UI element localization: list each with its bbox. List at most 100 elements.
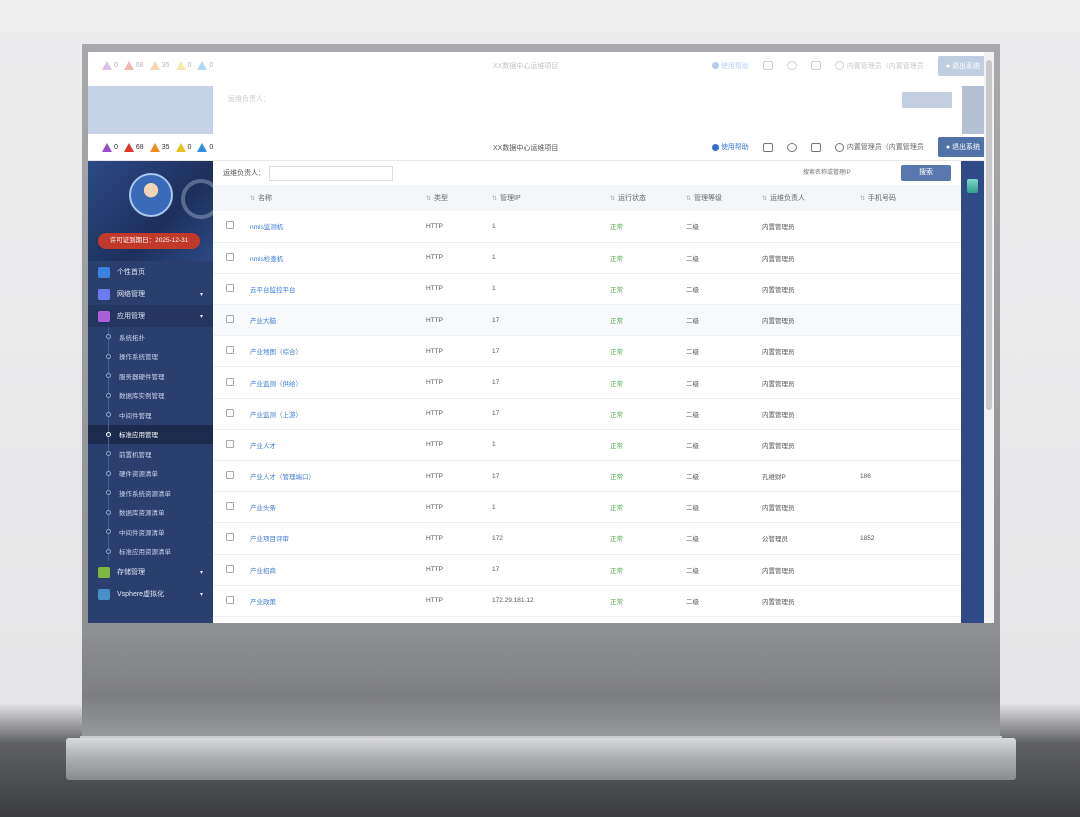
sort-icon[interactable]: ⇅ bbox=[686, 196, 691, 202]
row-checkbox[interactable] bbox=[226, 595, 234, 604]
search-input[interactable] bbox=[803, 165, 895, 181]
sort-icon[interactable]: ⇅ bbox=[492, 196, 497, 202]
app-name-link[interactable]: 产业人才（管理端口） bbox=[250, 461, 426, 492]
sidebar: 许可证到期日：2025-12-31 个性首页 网络管理 ▾ 应用管理 ▾ 系统拓扑 操作系… bbox=[88, 161, 213, 623]
app-name-link[interactable]: 产业人才 bbox=[250, 429, 426, 460]
row-checkbox[interactable] bbox=[226, 346, 234, 355]
app-name-link[interactable]: 产业大脑 bbox=[250, 305, 426, 336]
sidebar-sub-item[interactable]: 硬件资源清单 bbox=[88, 463, 213, 484]
table-row[interactable]: 云平台监控平台 HTTP 1 正常 二级 内置管理员 bbox=[213, 273, 961, 305]
table-row[interactable]: 产业大脑 HTTP 17 正常 二级 内置管理员 bbox=[213, 304, 961, 336]
alert-count[interactable]: 0 bbox=[102, 61, 118, 70]
sort-icon[interactable]: ⇅ bbox=[250, 196, 255, 202]
sidebar-group[interactable]: Vsphere虚拟化 ▾ bbox=[88, 583, 213, 605]
app-name-link[interactable]: 云平台监控平台 bbox=[250, 273, 426, 304]
alert-count[interactable]: 68 bbox=[123, 142, 144, 152]
sidebar-sub-item[interactable]: 系统拓扑 bbox=[88, 327, 213, 347]
table-row[interactable]: 产业项目评审 HTTP 172 正常 二级 公管理员 1852 bbox=[213, 523, 961, 555]
column-header[interactable]: ⇅ 手机号码 bbox=[860, 185, 961, 211]
column-header[interactable]: ⇅ 管理等级 bbox=[686, 185, 762, 211]
sidebar-sub-item[interactable]: 操作系统资源清单 bbox=[88, 483, 213, 503]
alert-summary: 0 68 35 0 0 bbox=[102, 142, 213, 152]
table-row[interactable]: nmis监测机 HTTP 1 正常 二级 内置管理员 bbox=[213, 211, 961, 243]
logout-button[interactable]: ● 退出系统 bbox=[937, 137, 988, 157]
row-checkbox[interactable] bbox=[226, 221, 234, 230]
app-name-link[interactable]: 产业政策 bbox=[250, 585, 426, 616]
column-header[interactable]: ⇅ 运维负责人 bbox=[762, 185, 860, 211]
table-row[interactable]: 产业地图（综合） HTTP 17 正常 二级 内置管理员 bbox=[213, 336, 961, 367]
app-name-link[interactable]: 产业招商 bbox=[250, 554, 426, 585]
table-row[interactable]: 产业监测（供给） HTTP 17 正常 二级 内置管理员 bbox=[213, 367, 961, 399]
alert-count[interactable]: 0 bbox=[175, 61, 191, 70]
owner-filter-input[interactable] bbox=[269, 165, 393, 181]
row-checkbox[interactable] bbox=[226, 283, 234, 292]
sidebar-group[interactable]: 应用管理 ▾ bbox=[88, 305, 213, 327]
sidebar-sub-item[interactable]: 服务器硬件管理 bbox=[88, 366, 213, 386]
app-name-link[interactable]: nmis监测机 bbox=[250, 211, 426, 242]
sidebar-sub-item[interactable]: 操作系统管理 bbox=[88, 346, 213, 367]
sidebar-sub-item[interactable]: 中间件管理 bbox=[88, 405, 213, 425]
column-header[interactable]: ⇅ 运行状态 bbox=[610, 185, 686, 211]
alert-count[interactable]: 0 bbox=[197, 61, 213, 70]
sidebar-sub-item[interactable]: 标准应用管理 bbox=[88, 424, 213, 444]
table-row[interactable]: 产业招商 HTTP 17 正常 二级 内置管理员 bbox=[213, 554, 961, 586]
sidebar-sub-item[interactable]: 数据库实例管理 bbox=[88, 385, 213, 406]
table-row[interactable]: nmis检查机 HTTP 1 正常 二级 内置管理员 bbox=[213, 242, 961, 274]
sidebar-sub-item[interactable]: 中间件资源清单 bbox=[88, 522, 213, 542]
row-checkbox[interactable] bbox=[226, 252, 234, 261]
table-cell: 1 bbox=[492, 503, 496, 511]
theme-icon[interactable] bbox=[967, 179, 978, 193]
row-checkbox[interactable] bbox=[226, 502, 234, 511]
sidebar-group[interactable]: 个性首页 bbox=[88, 261, 213, 283]
sidebar-sub-item[interactable]: 前置机管理 bbox=[88, 444, 213, 464]
column-header[interactable]: ⇅ 管理IP bbox=[492, 185, 610, 211]
row-checkbox[interactable] bbox=[226, 471, 234, 480]
row-checkbox[interactable] bbox=[226, 315, 234, 324]
search-button[interactable]: 搜索 bbox=[901, 165, 951, 181]
sidebar-sub-item[interactable]: 数据库资源清单 bbox=[88, 502, 213, 523]
chevron-down-icon: ▾ bbox=[199, 569, 203, 576]
row-checkbox[interactable] bbox=[226, 439, 234, 448]
table-row[interactable]: 产业政策 HTTP 172.29.181.12 正常 二级 内置管理员 bbox=[213, 585, 961, 617]
table-row[interactable]: 产业人才 HTTP 1 正常 二级 内置管理员 bbox=[213, 429, 961, 461]
alert-count[interactable]: 68 bbox=[123, 61, 144, 70]
table-cell: 正常 bbox=[610, 380, 623, 388]
app-name-link[interactable]: 产业头条 bbox=[250, 492, 426, 523]
alert-count[interactable]: 0 bbox=[197, 142, 213, 152]
user-menu[interactable]: 内置管理员（内置管理员 bbox=[834, 142, 924, 152]
alert-count[interactable]: 0 bbox=[175, 142, 191, 152]
app-name-link[interactable]: 产业监测（供给） bbox=[250, 367, 426, 398]
table-cell: 正常 bbox=[610, 442, 623, 450]
info-icon[interactable] bbox=[786, 142, 797, 152]
chat-icon[interactable] bbox=[810, 142, 821, 152]
row-checkbox[interactable] bbox=[226, 408, 234, 417]
row-checkbox[interactable] bbox=[226, 377, 234, 386]
table-row[interactable]: 产业头条 HTTP 1 正常 二级 内置管理员 bbox=[213, 492, 961, 523]
sidebar-group[interactable]: 存储管理 ▾ bbox=[88, 561, 213, 583]
alert-count[interactable]: 35 bbox=[149, 142, 170, 152]
table-row[interactable]: 产业人才（管理端口） HTTP 17 正常 二级 孔维财P 186 bbox=[213, 461, 961, 492]
alert-count[interactable]: 0 bbox=[102, 142, 118, 152]
message-icon[interactable] bbox=[762, 142, 773, 152]
sidebar-group[interactable]: 网络管理 ▾ bbox=[88, 283, 213, 305]
monitor-chin bbox=[82, 632, 1000, 740]
row-checkbox[interactable] bbox=[226, 533, 234, 542]
bullet-icon bbox=[106, 470, 111, 476]
sort-icon[interactable]: ⇅ bbox=[610, 196, 615, 202]
table-row[interactable]: 产业监测（上游） HTTP 17 正常 二级 内置管理员 bbox=[213, 398, 961, 430]
help-link[interactable]: 使用帮助 bbox=[711, 142, 749, 152]
app-name-link[interactable]: 产业项目评审 bbox=[250, 523, 426, 554]
app-name-link[interactable]: nmis检查机 bbox=[250, 242, 426, 273]
sort-icon[interactable]: ⇅ bbox=[762, 196, 767, 202]
app-name-link[interactable]: 产业监测（上游） bbox=[250, 398, 426, 429]
sort-icon[interactable]: ⇅ bbox=[426, 196, 431, 202]
app-name-link[interactable]: 产业地图（综合） bbox=[250, 336, 426, 367]
sort-icon[interactable]: ⇅ bbox=[860, 196, 865, 202]
sidebar-sub-item[interactable]: 标准应用资源清单 bbox=[88, 541, 213, 562]
row-checkbox[interactable] bbox=[226, 564, 234, 573]
column-header[interactable]: ⇅ 类型 bbox=[426, 185, 492, 211]
avatar[interactable] bbox=[129, 173, 173, 217]
column-header[interactable]: ⇅ 名称 bbox=[250, 185, 426, 211]
scrollbar[interactable] bbox=[984, 52, 994, 623]
alert-count[interactable]: 35 bbox=[149, 61, 170, 70]
